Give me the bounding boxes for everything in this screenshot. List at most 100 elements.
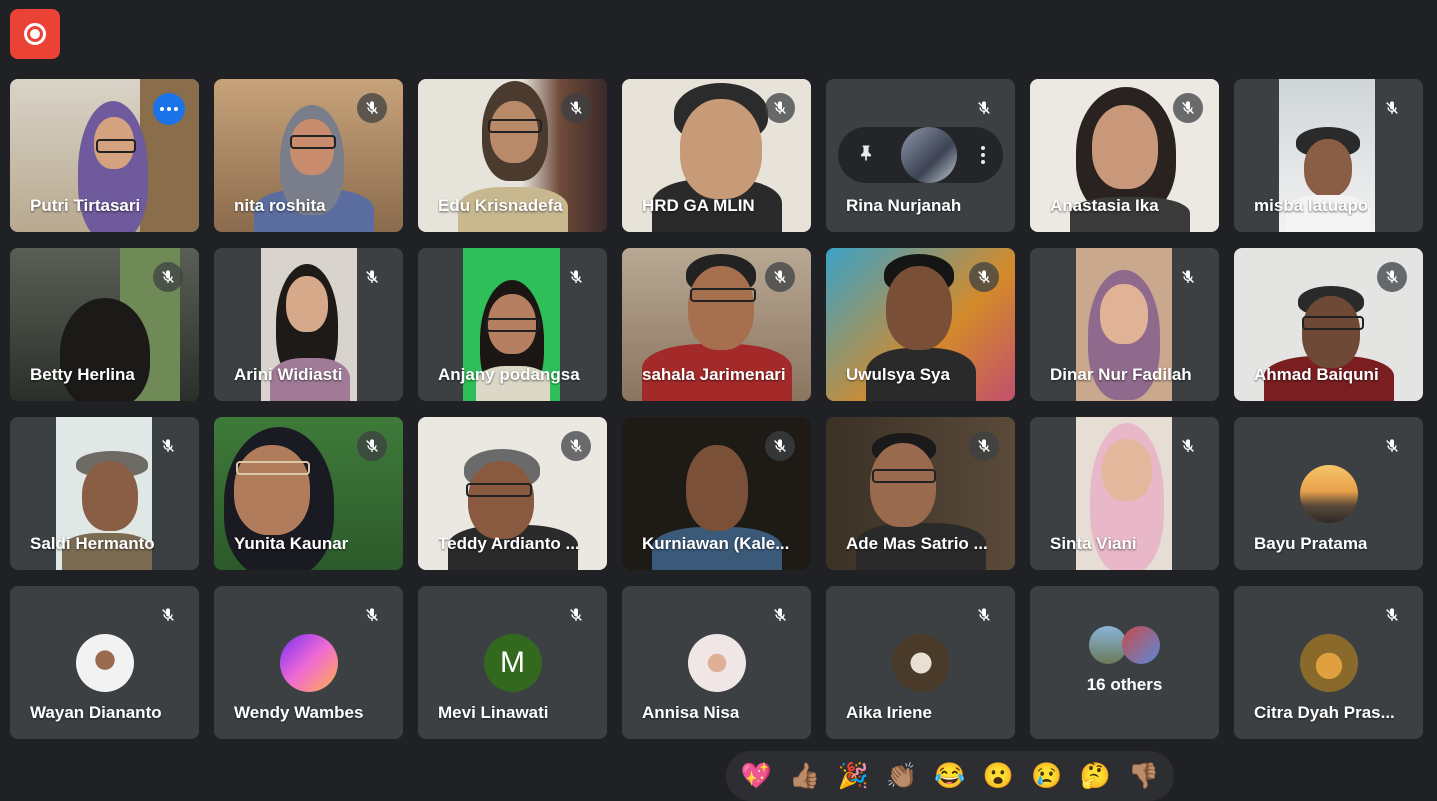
laughing-reaction[interactable]: 😂 bbox=[934, 763, 965, 789]
participant-name: Aika Iriene bbox=[846, 703, 932, 722]
mic-off-icon bbox=[357, 431, 387, 461]
participant-name: Annisa Nisa bbox=[642, 703, 740, 722]
participant-name: Anjany podangsa bbox=[438, 365, 580, 384]
mic-off-icon bbox=[153, 431, 183, 461]
participant-tile[interactable]: Teddy Ardianto ... bbox=[418, 417, 607, 570]
participant-name: Ahmad Baiquni bbox=[1254, 365, 1379, 384]
more-options-icon[interactable] bbox=[981, 146, 985, 164]
participant-tile[interactable]: Saldi Hermanto bbox=[10, 417, 199, 570]
others-tile[interactable]: 16 others bbox=[1030, 586, 1219, 739]
mic-off-icon bbox=[969, 262, 999, 292]
avatar bbox=[75, 634, 134, 692]
participant-tile[interactable]: Annisa Nisa bbox=[622, 586, 811, 739]
mic-off-icon bbox=[765, 93, 795, 123]
party-popper-reaction[interactable]: 🎉 bbox=[838, 763, 869, 789]
participant-name: Ade Mas Satrio ... bbox=[846, 534, 988, 553]
participant-name: Yunita Kaunar bbox=[234, 534, 349, 553]
others-count: 16 others bbox=[1086, 675, 1163, 694]
participant-tile[interactable]: sahala Jarimenari bbox=[622, 248, 811, 401]
participant-tile[interactable]: Wayan Diananto bbox=[10, 586, 199, 739]
avatar bbox=[687, 634, 746, 692]
participant-name: Dinar Nur Fadilah bbox=[1050, 365, 1192, 384]
participant-name: nita roshita bbox=[234, 196, 326, 215]
mic-off-icon bbox=[969, 600, 999, 630]
participant-name: Citra Dyah Pras... bbox=[1254, 703, 1395, 722]
participant-tile[interactable]: Aika Iriene bbox=[826, 586, 1015, 739]
surprised-reaction[interactable]: 😮 bbox=[983, 763, 1014, 789]
participant-tile[interactable]: Uwulsya Sya bbox=[826, 248, 1015, 401]
participant-name: Betty Herlina bbox=[30, 365, 135, 384]
participant-name: Wendy Wambes bbox=[234, 703, 364, 722]
mic-off-icon bbox=[357, 93, 387, 123]
mic-off-icon bbox=[1173, 262, 1203, 292]
mic-off-icon bbox=[1173, 93, 1203, 123]
participant-tile[interactable]: Kurniawan (Kale... bbox=[622, 417, 811, 570]
participant-name: Rina Nurjanah bbox=[846, 196, 962, 215]
participant-name: HRD GA MLIN bbox=[642, 196, 755, 215]
participant-name: Putri Tirtasari bbox=[30, 196, 141, 215]
mic-off-icon bbox=[1377, 262, 1407, 292]
participant-tile[interactable]: HRD GA MLIN bbox=[622, 79, 811, 232]
participant-grid: Putri Tirtasari nita roshita Edu Krisnad… bbox=[10, 79, 1423, 739]
mic-off-icon bbox=[153, 262, 183, 292]
participant-tile[interactable]: Putri Tirtasari bbox=[10, 79, 199, 232]
thumbs-up-reaction[interactable]: 👍🏽 bbox=[789, 763, 820, 789]
participant-name: Mevi Linawati bbox=[438, 703, 549, 722]
avatar bbox=[1122, 626, 1160, 664]
mic-off-icon bbox=[561, 600, 591, 630]
participant-tile[interactable]: Dinar Nur Fadilah bbox=[1030, 248, 1219, 401]
participant-name: Wayan Diananto bbox=[30, 703, 162, 722]
participant-tile[interactable]: misba latuapo bbox=[1234, 79, 1423, 232]
avatar bbox=[1299, 634, 1358, 692]
thinking-reaction[interactable]: 🤔 bbox=[1080, 763, 1111, 789]
participant-tile[interactable]: Betty Herlina bbox=[10, 248, 199, 401]
recording-button[interactable] bbox=[10, 9, 60, 59]
mic-off-icon bbox=[561, 262, 591, 292]
participant-name: Teddy Ardianto ... bbox=[438, 534, 580, 553]
avatar bbox=[279, 634, 338, 692]
participant-tile[interactable]: Ahmad Baiquni bbox=[1234, 248, 1423, 401]
participant-tile[interactable]: Yunita Kaunar bbox=[214, 417, 403, 570]
participant-name: Saldi Hermanto bbox=[30, 534, 155, 553]
crying-reaction[interactable]: 😢 bbox=[1031, 763, 1062, 789]
participant-tile[interactable]: Sinta Viani bbox=[1030, 417, 1219, 570]
participant-name: Bayu Pratama bbox=[1254, 534, 1368, 553]
participant-tile[interactable]: M Mevi Linawati bbox=[418, 586, 607, 739]
participant-tile[interactable]: Anjany podangsa bbox=[418, 248, 607, 401]
reaction-bar: 💖 👍🏽 🎉 👏🏽 😂 😮 😢 🤔 👎🏽 bbox=[726, 751, 1174, 801]
participant-tile[interactable]: Edu Krisnadefa bbox=[418, 79, 607, 232]
participant-tile[interactable]: Anastasia Ika bbox=[1030, 79, 1219, 232]
mic-off-icon bbox=[561, 431, 591, 461]
participant-tile[interactable]: Wendy Wambes bbox=[214, 586, 403, 739]
participant-tile[interactable]: Arini Widiasti bbox=[214, 248, 403, 401]
sparkling-heart-reaction[interactable]: 💖 bbox=[741, 763, 772, 789]
mic-off-icon bbox=[1377, 93, 1407, 123]
avatar: M bbox=[483, 634, 542, 692]
hover-controls bbox=[838, 127, 1003, 183]
mic-off-icon bbox=[765, 600, 795, 630]
participant-tile[interactable]: Ade Mas Satrio ... bbox=[826, 417, 1015, 570]
participant-tile[interactable]: Citra Dyah Pras... bbox=[1234, 586, 1423, 739]
participant-name: sahala Jarimenari bbox=[642, 365, 786, 384]
avatar bbox=[1299, 465, 1358, 523]
thumbs-down-reaction[interactable]: 👎🏽 bbox=[1128, 763, 1159, 789]
participant-tile[interactable]: nita roshita bbox=[214, 79, 403, 232]
participant-name: Kurniawan (Kale... bbox=[642, 534, 790, 553]
avatar bbox=[891, 634, 950, 692]
participant-name: Sinta Viani bbox=[1050, 534, 1137, 553]
clapping-reaction[interactable]: 👏🏽 bbox=[886, 763, 917, 789]
participant-name: Arini Widiasti bbox=[234, 365, 343, 384]
mic-off-icon bbox=[1377, 431, 1407, 461]
participant-tile[interactable]: Rina Nurjanah bbox=[826, 79, 1015, 232]
more-options-button[interactable] bbox=[153, 93, 185, 125]
record-icon bbox=[24, 23, 46, 45]
participant-thumbnail bbox=[900, 127, 957, 183]
mic-off-icon bbox=[561, 93, 591, 123]
pin-icon[interactable] bbox=[856, 142, 876, 169]
mic-off-icon bbox=[1173, 431, 1203, 461]
mic-off-icon bbox=[357, 600, 387, 630]
mic-off-icon bbox=[969, 431, 999, 461]
participant-tile[interactable]: Bayu Pratama bbox=[1234, 417, 1423, 570]
participant-name: Edu Krisnadefa bbox=[438, 196, 563, 215]
mic-off-icon bbox=[1377, 600, 1407, 630]
